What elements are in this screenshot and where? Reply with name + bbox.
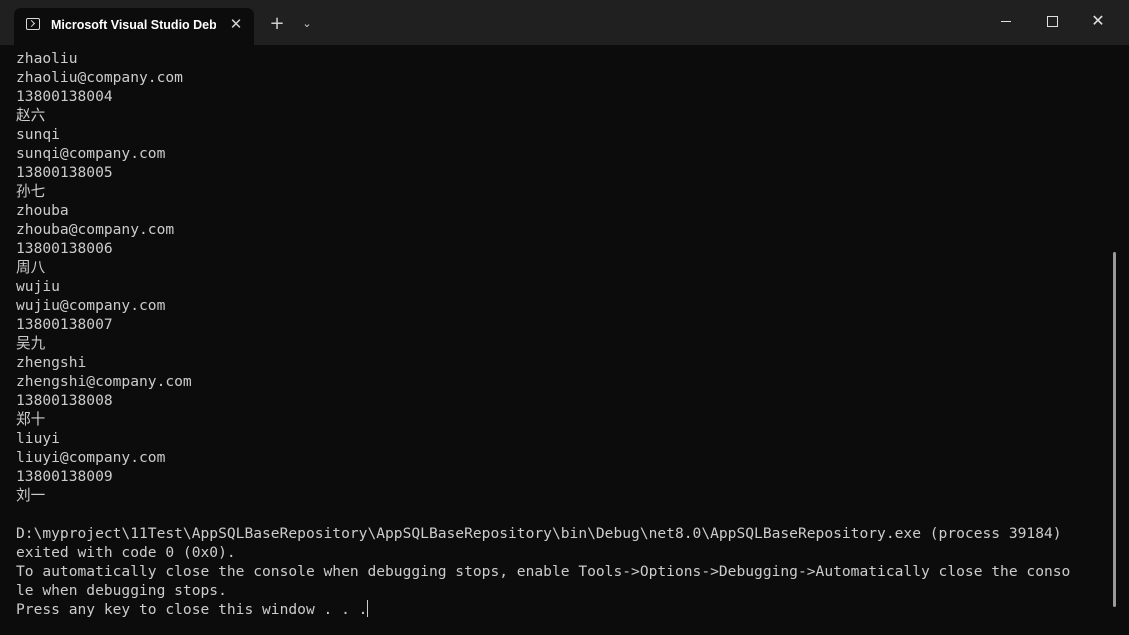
console-line: 13800138007 [16, 316, 113, 333]
console-line: zhaoliu@company.com [16, 69, 183, 86]
console-line: 13800138008 [16, 392, 113, 409]
tab-debug-console[interactable]: Microsoft Visual Studio Debug Console ✕ [14, 8, 254, 45]
console-line: 13800138009 [16, 468, 113, 485]
close-tab-icon[interactable]: ✕ [226, 14, 246, 34]
console-line: 吴九 [16, 335, 46, 352]
console-line: liuyi [16, 430, 60, 447]
console-line: 13800138004 [16, 88, 113, 105]
scrollbar[interactable] [1113, 252, 1116, 607]
console-line: To automatically close the console when … [16, 563, 1071, 580]
console-line: zhaoliu [16, 50, 78, 67]
tab-title: Microsoft Visual Studio Debug Console [51, 18, 216, 32]
console-line: zhouba@company.com [16, 221, 175, 238]
console-line: D:\myproject\11Test\AppSQLBaseRepository… [16, 525, 1062, 542]
console-line: sunqi [16, 126, 60, 143]
console-line: zhouba [16, 202, 69, 219]
console-line: le when debugging stops. [16, 582, 227, 599]
console-line: sunqi@company.com [16, 145, 166, 162]
console-line: wujiu@company.com [16, 297, 166, 314]
console-line: liuyi@company.com [16, 449, 166, 466]
console-line: 周八 [16, 259, 46, 276]
terminal-icon [26, 18, 40, 30]
maximize-icon[interactable] [1032, 8, 1072, 34]
plus-icon[interactable]: + [266, 13, 288, 35]
console-window: Microsoft Visual Studio Debug Console ✕ … [0, 0, 1129, 635]
minimize-icon[interactable] [986, 8, 1026, 34]
console-line: 赵六 [16, 107, 46, 124]
console-line: 郑十 [16, 411, 46, 428]
console-line: zhengshi@company.com [16, 373, 192, 390]
title-bar[interactable]: Microsoft Visual Studio Debug Console ✕ … [0, 0, 1129, 45]
chevron-down-icon[interactable]: ⌄ [298, 15, 316, 33]
console-line: 13800138006 [16, 240, 113, 257]
text-cursor [367, 600, 369, 617]
console-line: 孙七 [16, 183, 46, 200]
console-line: zhengshi [16, 354, 87, 371]
close-icon[interactable]: ✕ [1078, 8, 1118, 34]
console-line: exited with code 0 (0x0). [16, 544, 236, 561]
console-line: 刘一 [16, 487, 46, 504]
console-line: Press any key to close this window . . . [16, 600, 369, 618]
console-line: wujiu [16, 278, 60, 295]
console-output[interactable]: zhaoliu zhaoliu@company.com 13800138004 赵六 s… [16, 49, 1111, 629]
console-line: 13800138005 [16, 164, 113, 181]
